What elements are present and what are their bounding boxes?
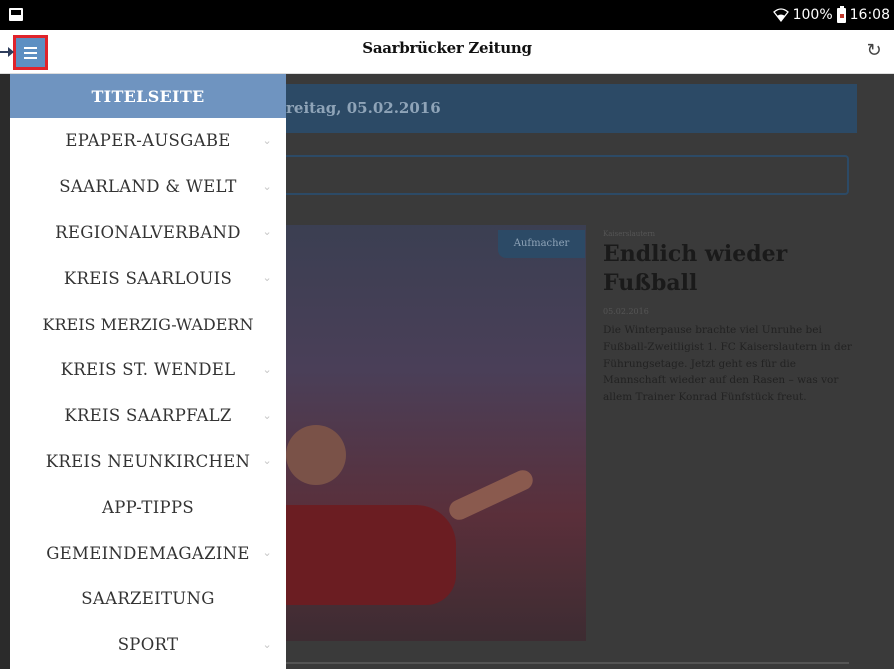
clock: 16:08	[849, 7, 890, 23]
refresh-icon[interactable]: ↻	[864, 41, 884, 61]
drawer-item-label: KREIS MERZIG-WADERN	[42, 314, 254, 334]
drawer-item-kreis-merzig-wadern[interactable]: KREIS MERZIG-WADERN	[10, 301, 286, 347]
drawer-item-label: GEMEINDEMAGAZINE	[46, 543, 250, 563]
drawer-item-label: KREIS SAARLOUIS	[63, 268, 233, 288]
chevron-down-icon[interactable]: ⌄	[262, 225, 272, 239]
app-logo: Saarbrücker Zeitung	[362, 39, 532, 57]
drawer-item-kreis-saarpfalz[interactable]: KREIS SAARPFALZ ⌄	[10, 393, 286, 439]
drawer-item-label: REGIONALVERBAND	[55, 222, 241, 242]
article-date: 05.02.2016	[603, 307, 649, 316]
drawer-item-label: SPORT	[117, 635, 179, 655]
article-image[interactable]	[286, 225, 586, 641]
drawer-item-app-tipps[interactable]: APP-TIPPS	[10, 484, 286, 530]
search-input[interactable]	[286, 155, 849, 195]
chevron-down-icon[interactable]: ⌄	[262, 180, 272, 194]
drawer-item-epaper[interactable]: EPAPER-AUSGABE ⌄	[10, 118, 286, 164]
notification-icon	[9, 8, 23, 21]
battery-icon	[836, 5, 846, 23]
app-bar: Saarbrücker Zeitung ↻	[0, 30, 894, 74]
drawer-item-label: KREIS NEUNKIRCHEN	[45, 451, 251, 471]
drawer-item-label: SAARLAND & WELT	[59, 177, 237, 197]
chevron-down-icon[interactable]: ⌄	[262, 409, 272, 423]
status-bar: 100% 16:08	[0, 0, 894, 30]
navigation-drawer: TITELSEITE EPAPER-AUSGABE ⌄ SAARLAND & W…	[10, 74, 286, 669]
drawer-item-label: KREIS SAARPFALZ	[64, 406, 232, 426]
drawer-item-label: SAARZEITUNG	[81, 589, 215, 609]
drawer-item-titelseite[interactable]: TITELSEITE	[10, 74, 286, 118]
drawer-item-label: EPAPER-AUSGABE	[65, 131, 231, 151]
status-right: 100% 16:08	[772, 5, 890, 25]
article-headline[interactable]: Endlich wieder Fußball	[603, 240, 863, 297]
chevron-down-icon[interactable]: ⌄	[262, 638, 272, 652]
chevron-down-icon[interactable]: ⌄	[262, 134, 272, 148]
drawer-item-regionalverband[interactable]: REGIONALVERBAND ⌄	[10, 210, 286, 256]
drawer-item-label: KREIS ST. WENDEL	[60, 360, 236, 380]
drawer-item-sport[interactable]: SPORT ⌄	[10, 622, 286, 668]
drawer-item-kreis-st-wendel[interactable]: KREIS ST. WENDEL ⌄	[10, 347, 286, 393]
battery-percent: 100%	[792, 7, 833, 23]
date-banner: reitag, 05.02.2016	[286, 84, 857, 133]
chevron-down-icon[interactable]: ⌄	[262, 271, 272, 285]
drawer-item-saarzeitung[interactable]: SAARZEITUNG	[10, 576, 286, 622]
wifi-icon	[772, 7, 789, 23]
chevron-down-icon[interactable]: ⌄	[262, 363, 272, 377]
drawer-item-label: APP-TIPPS	[102, 497, 194, 517]
pointer-arrow-icon	[0, 47, 14, 57]
drawer-item-label: TITELSEITE	[91, 86, 205, 106]
divider	[286, 662, 849, 664]
chevron-down-icon[interactable]: ⌄	[262, 546, 272, 560]
article-kicker: Kaiserslautern	[603, 230, 656, 238]
article-badge: Aufmacher	[498, 230, 585, 258]
article-teaser: Die Winterpause brachte viel Unruhe bei …	[603, 324, 852, 404]
drawer-item-kreis-saarlouis[interactable]: KREIS SAARLOUIS ⌄	[10, 255, 286, 301]
chevron-down-icon[interactable]: ⌄	[262, 454, 272, 468]
drawer-item-kreis-neunkirchen[interactable]: KREIS NEUNKIRCHEN ⌄	[10, 439, 286, 485]
drawer-item-gemeindemagazine[interactable]: GEMEINDEMAGAZINE ⌄	[10, 530, 286, 576]
main-content: reitag, 05.02.2016 Aufmacher Kaiserslaut…	[286, 74, 894, 669]
drawer-item-saarland-welt[interactable]: SAARLAND & WELT ⌄	[10, 164, 286, 210]
